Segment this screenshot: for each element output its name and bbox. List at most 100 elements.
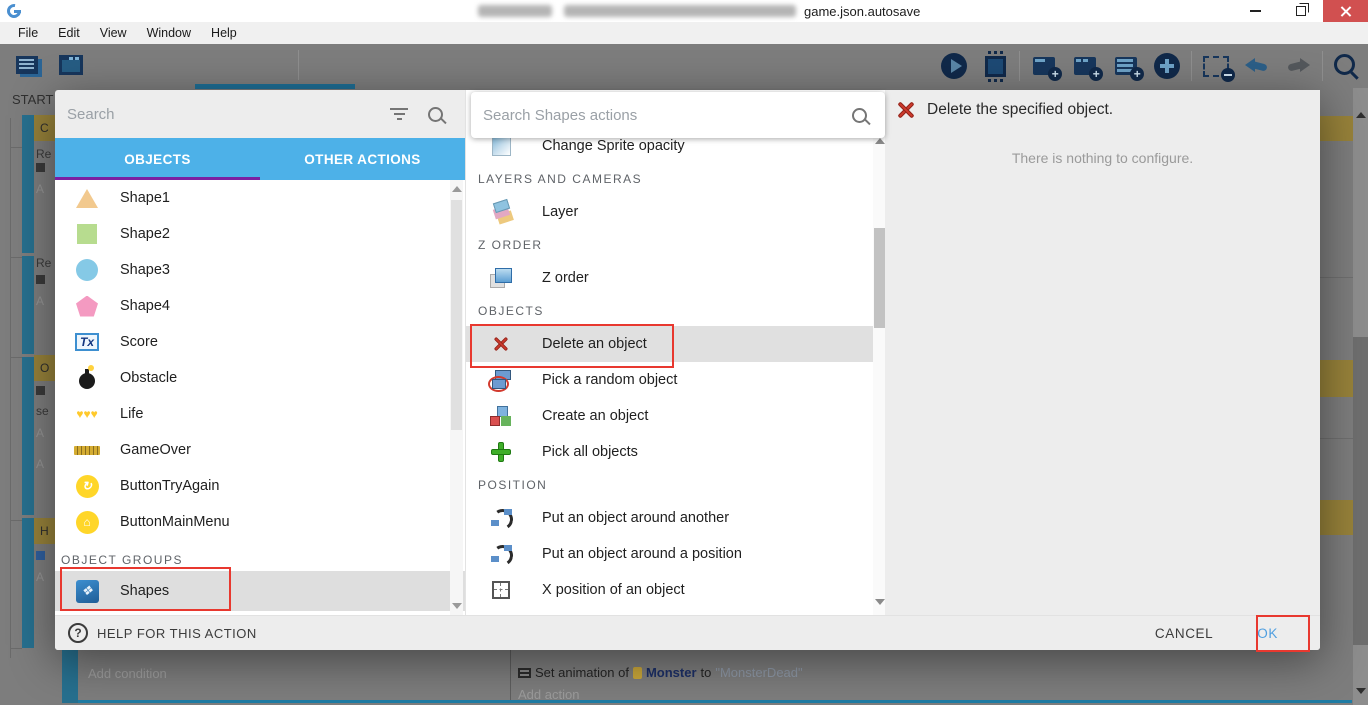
event-condition-bar: [22, 115, 34, 253]
event-text-fragment: A: [36, 426, 44, 440]
add-comment-icon[interactable]: +: [1109, 49, 1143, 83]
selected-event-border: [78, 700, 1352, 703]
undo-icon[interactable]: [1240, 49, 1274, 83]
object-row-shape2[interactable]: Shape2: [55, 216, 465, 252]
action-row-delete-an-object[interactable]: Delete an object: [466, 326, 886, 362]
events-sheet-glyph: [16, 56, 38, 74]
action-row-create-an-object[interactable]: Create an object: [466, 398, 886, 434]
section-header-objects: OBJECTS: [466, 296, 886, 326]
action-row-pick-all-objects[interactable]: Pick all objects: [466, 434, 886, 470]
triangle-icon: [70, 189, 104, 208]
scroll-down-icon[interactable]: [452, 603, 462, 609]
monster-object-icon: [633, 667, 642, 679]
scroll-up-icon[interactable]: [875, 138, 885, 144]
object-list-scrollbar[interactable]: [450, 180, 463, 615]
scroll-down-icon[interactable]: [1356, 688, 1366, 694]
add-circle-icon[interactable]: [1150, 49, 1184, 83]
group-label: Shapes: [120, 583, 169, 599]
deselect-all-icon[interactable]: [1199, 49, 1233, 83]
close-button[interactable]: [1323, 0, 1368, 22]
object-label: GameOver: [120, 442, 191, 458]
scene-tab-label: START: [12, 92, 53, 107]
cancel-button[interactable]: CANCEL: [1145, 620, 1223, 647]
object-row-shape1[interactable]: Shape1: [55, 180, 465, 216]
menu-edit[interactable]: Edit: [48, 26, 90, 40]
object-row-buttonmainmenu[interactable]: ButtonMainMenu: [55, 504, 465, 540]
search-icon[interactable]: [1330, 49, 1364, 83]
event-text-fragment: se: [36, 404, 49, 418]
events-sheet-icon[interactable]: [10, 48, 44, 82]
toolbar: + + +: [0, 44, 1368, 88]
search-icon[interactable]: [428, 107, 443, 122]
pentagon-icon: [70, 296, 104, 317]
ok-button[interactable]: OK: [1247, 620, 1288, 647]
minimize-button[interactable]: [1233, 0, 1278, 22]
scroll-up-icon[interactable]: [1356, 112, 1366, 118]
toolbar-separator: [298, 50, 299, 80]
retry-button-icon: [70, 475, 104, 498]
condition-action-divider: [510, 650, 511, 703]
filter-icon[interactable]: [390, 108, 408, 120]
app-scrollbar-thumb[interactable]: [1353, 337, 1368, 645]
action-row-put-around-another[interactable]: Put an object around another: [466, 500, 886, 536]
toolbar-separator: [1191, 51, 1192, 81]
search-icon[interactable]: [852, 108, 867, 123]
tab-other-actions[interactable]: OTHER ACTIONS: [260, 138, 465, 180]
object-row-life[interactable]: Life: [55, 396, 465, 432]
event-tree-tick: [10, 520, 22, 521]
section-header-z-order: Z ORDER: [466, 230, 886, 260]
object-label: Shape2: [120, 226, 170, 242]
menu-help[interactable]: Help: [201, 26, 247, 40]
action-label: Create an object: [542, 408, 648, 424]
add-subevent-icon[interactable]: +: [1068, 49, 1102, 83]
create-object-icon: [486, 406, 516, 426]
restore-button[interactable]: [1278, 0, 1323, 22]
action-search-input[interactable]: [471, 106, 852, 125]
debug-icon[interactable]: [978, 49, 1012, 83]
play-icon[interactable]: [937, 49, 971, 83]
pick-all-objects-icon: [486, 442, 516, 462]
nothing-to-configure-text: There is nothing to configure.: [885, 150, 1320, 166]
action-row-put-around-position[interactable]: Put an object around a position: [466, 536, 886, 572]
restore-icon: [1296, 6, 1306, 16]
object-row-buttontryagain[interactable]: ButtonTryAgain: [55, 468, 465, 504]
action-label: Z order: [542, 270, 589, 286]
group-row-shapes[interactable]: Shapes: [55, 571, 465, 611]
add-event-icon[interactable]: +: [1027, 49, 1061, 83]
object-search-input[interactable]: [55, 105, 390, 124]
menu-window[interactable]: Window: [137, 26, 201, 40]
dialog-footer: HELP FOR THIS ACTION CANCEL OK: [55, 615, 1320, 650]
object-row-obstacle[interactable]: Obstacle: [55, 360, 465, 396]
event-yellow-block: [1320, 116, 1353, 141]
event-action-row[interactable]: Set animation of Monster to "MonsterDead…: [518, 665, 803, 680]
menu-view[interactable]: View: [90, 26, 137, 40]
scroll-down-icon[interactable]: [875, 599, 885, 605]
scrollbar-thumb[interactable]: [874, 228, 885, 328]
action-row-layer[interactable]: Layer: [466, 194, 886, 230]
redacted-title-segment: [564, 5, 796, 17]
object-row-gameover[interactable]: GameOver: [55, 432, 465, 468]
object-row-shape4[interactable]: Shape4: [55, 288, 465, 324]
tab-objects[interactable]: OBJECTS: [55, 138, 260, 180]
action-label: Put an object around a position: [542, 546, 742, 562]
hearts-icon: [70, 407, 104, 421]
scrollbar-thumb[interactable]: [451, 200, 462, 430]
action-row-x-position[interactable]: X position of an object: [466, 572, 886, 608]
debug-glyph: [985, 56, 1006, 77]
menu-file[interactable]: File: [8, 26, 48, 40]
event-tree-tick: [10, 147, 22, 148]
action-row-pick-a-random-object[interactable]: Pick a random object: [466, 362, 886, 398]
scroll-up-icon[interactable]: [452, 186, 462, 192]
action-label: X position of an object: [542, 582, 685, 598]
redo-icon[interactable]: [1281, 49, 1315, 83]
object-label: Shape1: [120, 190, 170, 206]
scene-editor-icon[interactable]: [54, 48, 88, 82]
event-condition-bar: [22, 357, 34, 515]
add-condition-link[interactable]: Add condition: [88, 666, 167, 681]
action-row-z-order[interactable]: Z order: [466, 260, 886, 296]
object-row-score[interactable]: Score: [55, 324, 465, 360]
object-label: Life: [120, 406, 143, 422]
scene-tab-indicator: [195, 84, 355, 89]
object-row-shape3[interactable]: Shape3: [55, 252, 465, 288]
help-for-this-action-link[interactable]: HELP FOR THIS ACTION: [68, 623, 257, 643]
